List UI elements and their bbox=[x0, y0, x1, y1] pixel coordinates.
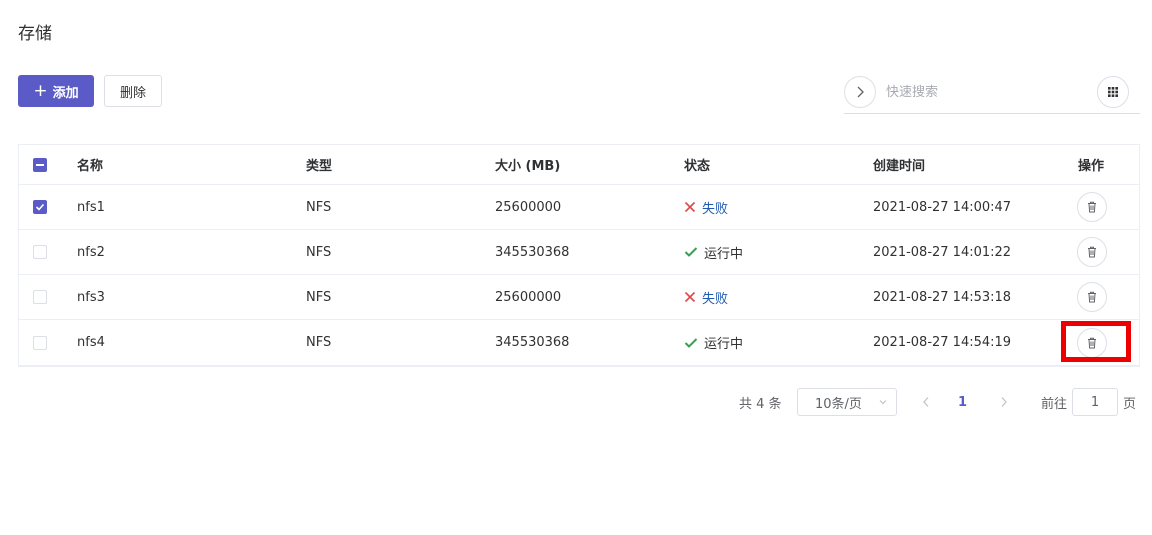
select-all-checkbox[interactable] bbox=[33, 157, 47, 172]
chevron-right-icon bbox=[857, 86, 864, 98]
cell-status: 失败 bbox=[684, 185, 728, 229]
cell-type: NFS bbox=[306, 199, 332, 215]
cell-status: 运行中 bbox=[684, 320, 743, 365]
page-title: 存储 bbox=[18, 24, 52, 44]
check-icon bbox=[35, 203, 45, 211]
row-checkbox[interactable] bbox=[33, 245, 47, 259]
cell-created: 2021-08-27 14:53:18 bbox=[873, 289, 1012, 305]
pagination-total: 共 4 条 bbox=[739, 396, 782, 412]
prev-page-button[interactable] bbox=[918, 388, 934, 416]
page-size-value: 10条/页 bbox=[815, 396, 862, 412]
cell-name: nfs3 bbox=[77, 289, 105, 305]
cell-size: 25600000 bbox=[495, 199, 562, 215]
highlight-box bbox=[1061, 321, 1131, 362]
grid-icon bbox=[1108, 87, 1118, 97]
cell-created: 2021-08-27 14:00:47 bbox=[873, 199, 1012, 215]
cell-type: NFS bbox=[306, 335, 332, 350]
columns-button[interactable] bbox=[1097, 76, 1129, 108]
chevron-right-icon bbox=[1001, 397, 1007, 407]
column-header-created[interactable]: 创建时间 bbox=[873, 145, 925, 184]
cell-size: 345530368 bbox=[495, 244, 570, 260]
table-header: 名称 类型 大小 (MB) 状态 创建时间 操作 bbox=[19, 145, 1139, 185]
row-checkbox[interactable] bbox=[33, 200, 47, 214]
column-header-actions: 操作 bbox=[1078, 159, 1105, 174]
delete-row-button[interactable] bbox=[1077, 282, 1107, 312]
check-icon bbox=[684, 337, 698, 348]
trash-icon bbox=[1088, 246, 1096, 258]
column-header-type[interactable]: 类型 bbox=[306, 145, 332, 184]
page-size-select[interactable]: 10条/页 bbox=[797, 388, 897, 416]
status-text: 失败 bbox=[702, 201, 729, 217]
row-checkbox[interactable] bbox=[33, 290, 47, 304]
cell-created: 2021-08-27 14:01:22 bbox=[873, 244, 1012, 260]
trash-icon bbox=[1088, 201, 1096, 213]
cell-name: nfs2 bbox=[77, 244, 105, 260]
cell-status: 运行中 bbox=[684, 230, 743, 274]
close-icon bbox=[684, 291, 696, 303]
plus-icon: + bbox=[33, 80, 48, 101]
close-icon bbox=[684, 201, 696, 213]
storage-table: 名称 类型 大小 (MB) 状态 创建时间 操作 nfs1 NFS 256000… bbox=[18, 144, 1140, 367]
status-text: 运行中 bbox=[704, 337, 744, 352]
status-text: 失败 bbox=[702, 291, 729, 307]
status-text: 运行中 bbox=[704, 246, 744, 262]
cell-name: nfs4 bbox=[77, 335, 105, 350]
search-input[interactable] bbox=[886, 80, 1086, 104]
next-page-button[interactable] bbox=[996, 388, 1012, 416]
goto-label: 前往 bbox=[1041, 396, 1068, 412]
row-checkbox[interactable] bbox=[33, 335, 47, 350]
add-button-label: 添加 bbox=[52, 85, 79, 101]
check-icon bbox=[684, 247, 698, 257]
chevron-left-icon bbox=[923, 397, 929, 407]
table-row[interactable]: nfs4 NFS 345530368 运行中 2021-08-27 14:54:… bbox=[19, 320, 1139, 365]
delete-button[interactable]: 删除 bbox=[104, 75, 162, 107]
cell-created: 2021-08-27 14:54:19 bbox=[873, 335, 1012, 350]
column-header-name[interactable]: 名称 bbox=[77, 145, 103, 184]
cell-size: 25600000 bbox=[495, 289, 562, 305]
table-row[interactable]: nfs2 NFS 345530368 运行中 2021-08-27 14:01:… bbox=[19, 230, 1139, 275]
search-bar bbox=[844, 74, 1140, 114]
column-header-status[interactable]: 状态 bbox=[684, 145, 710, 184]
chevron-down-icon bbox=[879, 400, 887, 405]
add-button[interactable]: + 添加 bbox=[18, 75, 94, 107]
delete-row-button[interactable] bbox=[1077, 192, 1107, 222]
pagination: 共 4 条 10条/页 1 前往 页 bbox=[0, 388, 1152, 416]
cell-size: 345530368 bbox=[495, 335, 570, 350]
cell-type: NFS bbox=[306, 244, 332, 260]
goto-page-input[interactable] bbox=[1072, 388, 1118, 416]
delete-row-button[interactable] bbox=[1077, 237, 1107, 267]
table-row[interactable]: nfs1 NFS 25600000 失败 2021-08-27 14:00:47 bbox=[19, 185, 1139, 230]
search-toggle-button[interactable] bbox=[844, 76, 876, 108]
goto-unit-label: 页 bbox=[1123, 396, 1137, 412]
cell-name: nfs1 bbox=[77, 199, 105, 215]
delete-button-label: 删除 bbox=[119, 85, 146, 101]
cell-type: NFS bbox=[306, 289, 332, 305]
trash-icon bbox=[1088, 291, 1096, 303]
cell-status: 失败 bbox=[684, 275, 728, 319]
column-header-size[interactable]: 大小 (MB) bbox=[495, 145, 560, 184]
page-number-current[interactable]: 1 bbox=[958, 388, 967, 416]
table-row[interactable]: nfs3 NFS 25600000 失败 2021-08-27 14:53:18 bbox=[19, 275, 1139, 320]
